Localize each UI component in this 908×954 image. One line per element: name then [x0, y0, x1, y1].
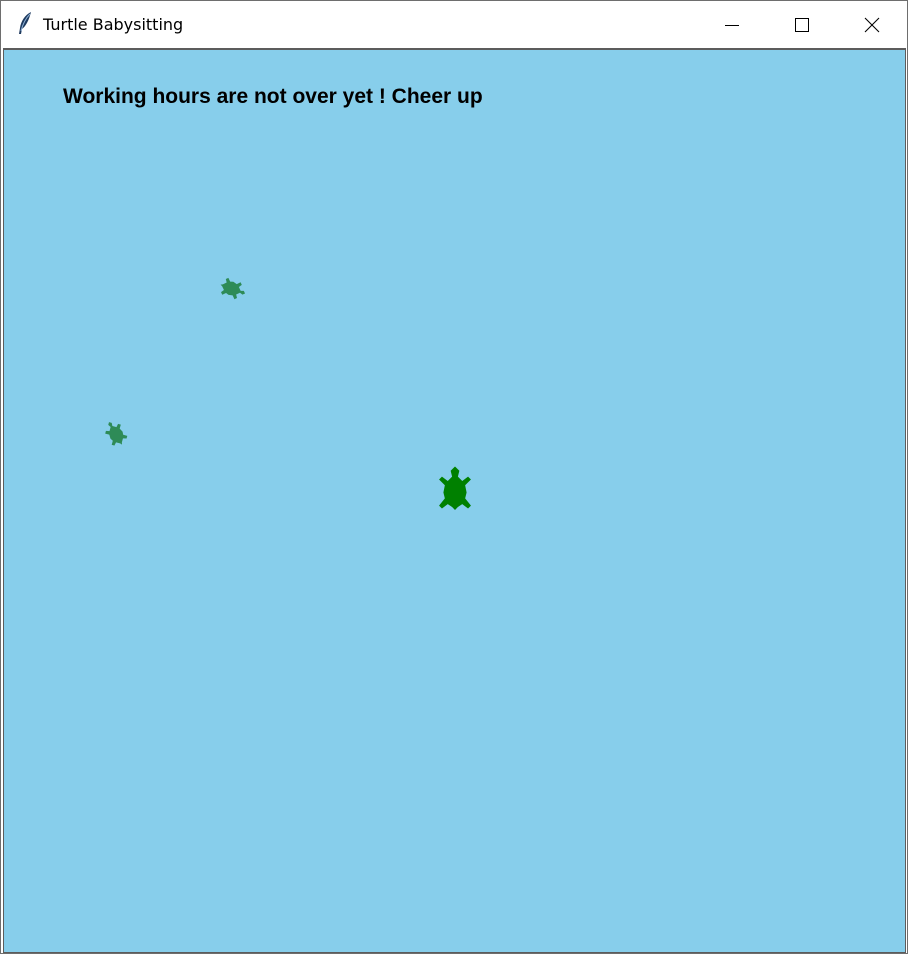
minimize-icon — [725, 24, 739, 26]
window-title: Turtle Babysitting — [43, 15, 184, 34]
turtle-icon — [220, 277, 246, 300]
maximize-icon — [795, 17, 809, 32]
turtle-icon — [439, 466, 471, 510]
feather-icon — [19, 12, 31, 34]
status-message: Working hours are not over yet ! Cheer u… — [63, 85, 483, 108]
close-icon — [864, 17, 880, 32]
title-bar[interactable]: Turtle Babysitting — [1, 1, 907, 48]
minimize-button[interactable] — [697, 1, 767, 48]
maximize-button[interactable] — [767, 1, 837, 48]
turtle-icon — [105, 422, 128, 446]
player-turtle[interactable] — [425, 463, 485, 525]
turtle-canvas[interactable]: Working hours are not over yet ! Cheer u… — [3, 48, 906, 953]
baby-turtle-1 — [220, 277, 246, 300]
baby-turtle-2 — [105, 422, 128, 446]
app-window: Turtle Babysitting Working hours are not… — [0, 0, 908, 954]
close-button[interactable] — [837, 1, 907, 48]
